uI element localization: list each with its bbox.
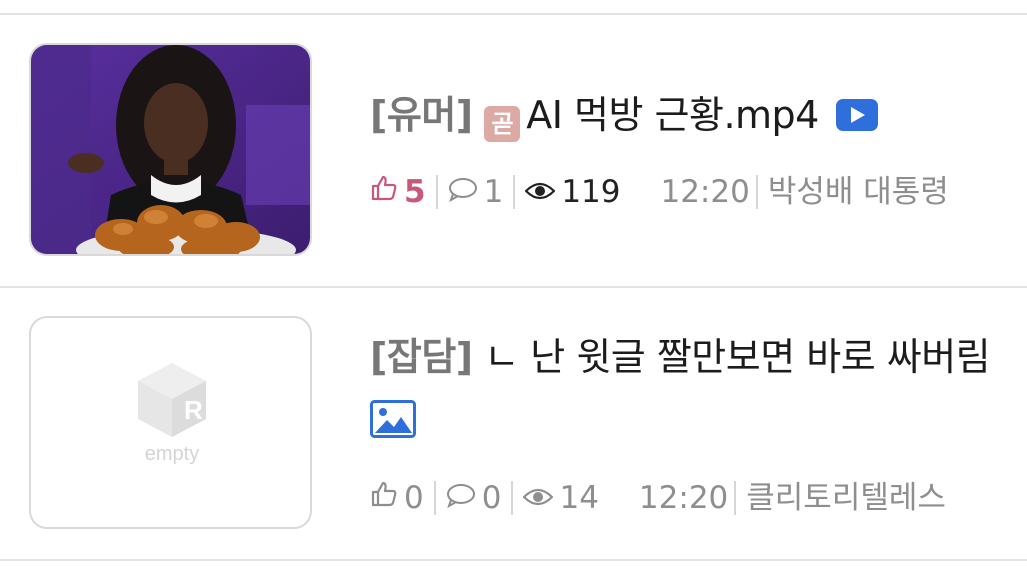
post-title-line[interactable]: [유머] 곧 AI 먹방 근황.mp4 [370,91,879,142]
post-thumbnail[interactable] [29,43,312,256]
comment-icon [448,172,478,212]
empty-thumbnail-icon: R empty [138,363,206,465]
view-count: 14 [559,480,599,516]
thumbs-up-icon [370,478,398,518]
post-title[interactable]: ㄴ 난 윗글 짤만보면 바로 싸버림 [484,335,990,379]
post-meta: 0 0 14 12:20 클리토리텔레스 [370,478,946,518]
comment-count: 0 [481,480,502,516]
gold-badge-icon: 곧 [484,106,521,142]
like-count: 0 [404,480,424,516]
image-icon [370,400,416,442]
eye-icon [524,172,556,212]
view-count: 119 [561,174,621,210]
empty-label: empty [145,443,199,465]
post-category[interactable]: [유머] [370,93,473,137]
mukbang-thumbnail-image [31,45,310,254]
post-author[interactable]: 박성배 대통령 [768,172,949,212]
post-title[interactable]: AI 먹방 근황.mp4 [526,93,819,137]
post-meta: 5 1 119 12:20 박성배 대통령 [370,172,949,212]
video-play-icon [836,94,879,142]
post-category[interactable]: [잡담] [370,335,473,379]
post-title-line[interactable]: [잡담] ㄴ 난 윗글 짤만보면 바로 싸버림 [370,333,991,381]
svg-text:R: R [184,395,203,425]
separator [734,481,737,515]
post-item[interactable]: R empty [잡담] ㄴ 난 윗글 짤만보면 바로 싸버림 0 0 14 1… [0,288,1027,560]
post-time: 12:20 [638,480,729,516]
comment-count: 1 [483,174,504,210]
post-time: 12:20 [660,174,750,210]
post-item[interactable]: [유머] 곧 AI 먹방 근황.mp4 5 1 119 12:20 박성배 대통령 [0,15,1027,287]
separator [511,481,514,515]
separator [435,175,438,209]
bottom-divider [0,559,1027,561]
thumbs-up-icon [370,172,398,212]
separator [755,175,758,209]
comment-icon [446,478,476,518]
post-author[interactable]: 클리토리텔레스 [746,478,946,518]
separator [433,481,436,515]
eye-icon [522,478,555,518]
separator [513,175,516,209]
post-thumbnail[interactable]: R empty [29,316,312,529]
like-count: 5 [404,174,426,210]
